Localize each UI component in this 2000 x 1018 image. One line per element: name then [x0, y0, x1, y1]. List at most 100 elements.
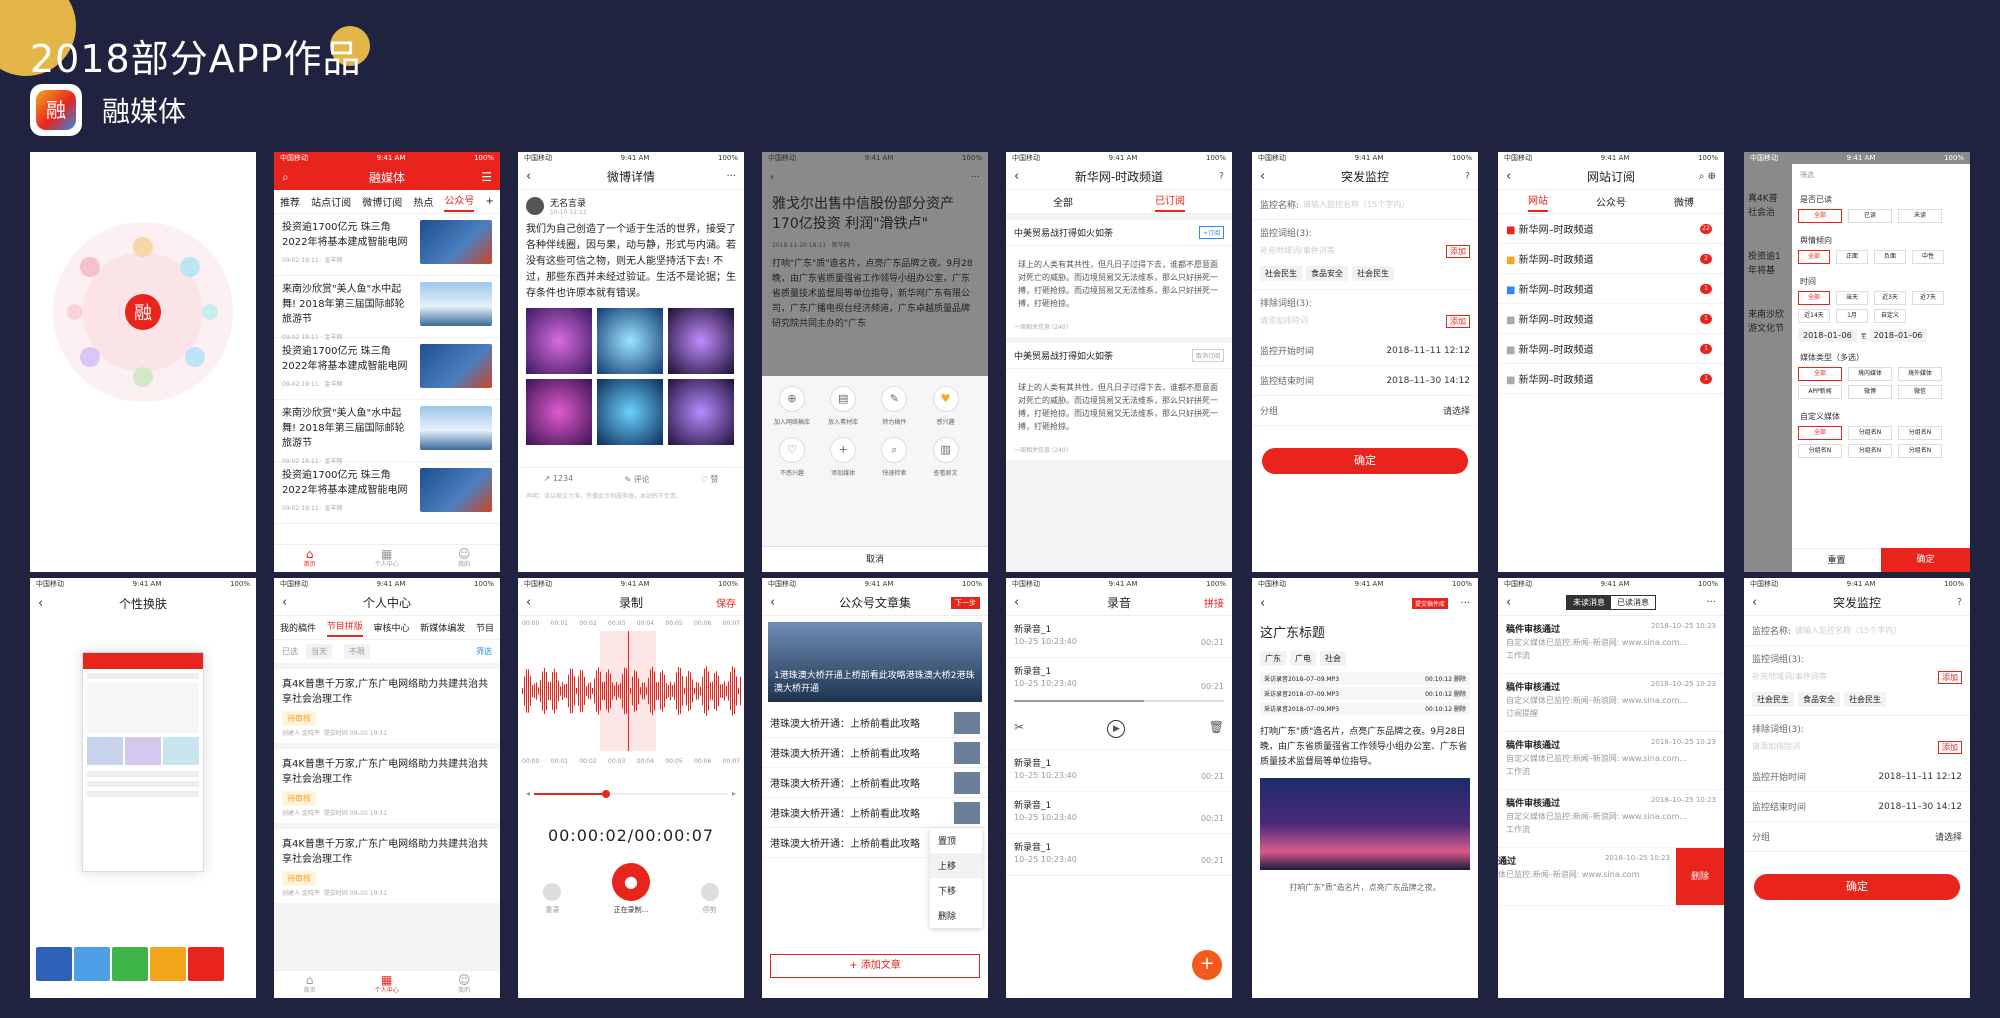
monitor-name-input[interactable]: 请输入监控名称（15个字内） — [1795, 625, 1962, 636]
filter-option[interactable]: 分组名N — [1848, 444, 1892, 458]
audio-attachment[interactable]: 采访录音2018–07–09.MP3 00:10:12 删除 — [1260, 687, 1470, 700]
tabbar-center[interactable]: ▦ 个人中心 — [375, 548, 399, 569]
cancel-button[interactable]: 取消 — [762, 546, 988, 572]
share-count[interactable]: ↗ 1234 — [544, 474, 574, 485]
comment-button[interactable]: ✎ 评论 — [624, 474, 649, 485]
filter-option[interactable]: 全部 — [1798, 291, 1830, 305]
menu-item[interactable]: 置顶 — [930, 828, 982, 853]
keyword-chip[interactable]: 社会民生 — [1844, 692, 1886, 707]
tab[interactable]: 微博 — [1674, 194, 1694, 209]
news-item[interactable]: 投资逾1700亿元 珠三角2022年将基本建成智能电网 09-02 19:11 ·… — [274, 462, 500, 524]
tabbar-me[interactable]: ☺ 我的 — [458, 974, 471, 995]
filter-option[interactable]: 近3天 — [1874, 291, 1906, 305]
skin-swatch-lightblue[interactable] — [74, 947, 110, 981]
playback-slider[interactable]: ◂ ▸ — [518, 769, 744, 798]
tab[interactable]: 推荐 — [280, 194, 300, 209]
help-icon[interactable]: ? — [1465, 171, 1470, 182]
tab-active[interactable]: 网站 — [1528, 192, 1548, 212]
play-icon[interactable]: ▶ — [1107, 720, 1126, 738]
exclude-input[interactable]: 请添加排除词 — [1752, 741, 1800, 754]
tabbar-me[interactable]: ☺ 我的 — [458, 548, 471, 569]
start-time-row[interactable]: 监控开始时间 2018–11–11 12:12 — [1744, 762, 1970, 792]
menu-item[interactable]: 删除 — [930, 903, 982, 928]
help-icon[interactable]: ? — [1219, 171, 1224, 182]
add-keyword-button[interactable]: 添加 — [1446, 245, 1470, 258]
tab[interactable]: 全部 — [1053, 194, 1073, 209]
start-time-row[interactable]: 监控开始时间 2018–11–11 12:12 — [1252, 336, 1478, 366]
program-item[interactable]: 真4K普惠千万家,广东广电网络助力共建共治共享社会治理工作 待审核 创建人 金晓平 … — [274, 669, 500, 743]
trash-icon[interactable]: 🗑 — [1209, 720, 1224, 738]
more-icon[interactable]: ··· — [726, 171, 736, 182]
action-item[interactable]: ⌕ 快速检索 — [870, 437, 918, 477]
back-icon[interactable]: ‹ — [1506, 169, 1511, 184]
delete-button[interactable]: 删除 — [1676, 848, 1724, 905]
tab[interactable]: 热点 — [413, 194, 433, 209]
tab[interactable]: 公众号 — [1596, 194, 1626, 209]
group-row[interactable]: 分组 请选择 — [1252, 396, 1478, 426]
back-icon[interactable]: ‹ — [1260, 169, 1265, 184]
keyword-chip[interactable]: 社会民生 — [1260, 266, 1302, 281]
back-icon[interactable]: ‹ — [770, 172, 774, 183]
filter-option[interactable]: 全部 — [1798, 250, 1830, 264]
add-exclude-button[interactable]: 添加 — [1938, 741, 1962, 754]
audio-attachment[interactable]: 采访录音2018–07–09.MP3 00:10:12 删除 — [1260, 672, 1470, 685]
filter-button[interactable]: 筛选 — [476, 646, 492, 657]
tab-unread[interactable]: 未读消息 — [1567, 596, 1611, 609]
article-row[interactable]: 港珠澳大桥开通：上桥前看此攻略 — [762, 768, 988, 798]
message-item[interactable]: 稿件审核通过 2018–10–25 10:23 自定义媒体已监控:新闻–新浪网: w… — [1498, 790, 1724, 848]
message-item[interactable]: 稿件审核通过 2018–10–25 10:23 自定义媒体已监控:新闻–新浪网: w… — [1498, 674, 1724, 732]
back-icon[interactable]: ‹ — [770, 595, 775, 610]
article-row[interactable]: 港珠澳大桥开通：上桥前看此攻略 — [762, 798, 988, 828]
more-icon[interactable]: ··· — [1460, 598, 1470, 609]
site-row[interactable]: ■ 新华网–时政频道 1 — [1498, 274, 1724, 304]
filter-option[interactable]: 近7天 — [1912, 291, 1944, 305]
filter-option[interactable]: 微博 — [1848, 385, 1892, 399]
action-item[interactable]: ▤ 放入素材库 — [819, 386, 867, 426]
action-item[interactable]: ✎ 转为稿件 — [870, 386, 918, 426]
filter-option[interactable]: 微信 — [1898, 385, 1942, 399]
filter-option[interactable]: 境外媒体 — [1898, 367, 1942, 381]
back-icon[interactable]: ‹ — [1260, 596, 1265, 611]
filter-option[interactable]: 未读 — [1898, 209, 1942, 223]
confirm-button[interactable]: 确定 — [1754, 874, 1960, 900]
reset-button[interactable]: 重置 — [1792, 548, 1881, 572]
more-icon[interactable]: ··· — [970, 172, 980, 183]
site-row[interactable]: ■ 新华网–时政频道 1 — [1498, 364, 1724, 394]
filter-option[interactable]: 分组名N — [1898, 426, 1942, 440]
filter-chip[interactable]: 不限 — [344, 644, 370, 659]
action-item[interactable]: + 添加媒体 — [819, 437, 867, 477]
action-item[interactable]: ♥ 感兴趣 — [922, 386, 970, 426]
message-item-swiped[interactable]: 通过 2018–10–25 10:23 体已监控:新闻–新浪网: www.sina.… — [1498, 848, 1724, 906]
cut-icon[interactable]: ✂ — [1014, 720, 1024, 738]
tab[interactable]: 审核中心 — [373, 621, 409, 634]
news-item[interactable]: 投资逾1700亿元 珠三角2022年将基本建成智能电网 09-02 19:11 ·… — [274, 214, 500, 276]
hero-card[interactable]: 1港珠澳大桥开通上桥前看此攻略港珠澳大桥2港珠澳大桥开通 — [768, 622, 982, 702]
site-row[interactable]: ■ 新华网–时政频道 2 — [1498, 244, 1724, 274]
keyword-input[interactable]: 补充地域词/事件词等 — [1260, 245, 1335, 258]
skin-swatch-orange[interactable] — [150, 947, 186, 981]
menu-item[interactable]: 上移 — [930, 853, 982, 878]
monitor-name-input[interactable]: 请输入监控名称（15个字内） — [1303, 199, 1470, 210]
back-icon[interactable]: ‹ — [1014, 595, 1019, 610]
message-item[interactable]: 稿件审核通过 2018–10–25 10:23 自定义媒体已监控:新闻–新浪网: w… — [1498, 616, 1724, 674]
playhead[interactable] — [628, 631, 629, 751]
add-article-button[interactable]: + 添加文章 — [770, 954, 980, 978]
rerecord-button[interactable]: 重录 — [543, 883, 562, 915]
end-time-row[interactable]: 监控结束时间 2018–11–30 14:12 — [1252, 366, 1478, 396]
recording-row[interactable]: 新录音_1 10–25 10:23:40 00:21 — [1006, 792, 1232, 834]
program-item[interactable]: 真4K普惠千万家,广东广电网络助力共建共治共享社会治理工作 待审核 创建人 金晓平 … — [274, 829, 500, 903]
recording-row[interactable]: 新录音_1 10–25 10:23:40 00:21 — [1006, 834, 1232, 876]
article-row[interactable]: 港珠澳大桥开通：上桥前看此攻略 — [762, 738, 988, 768]
keyword-chip[interactable]: 社会民生 — [1352, 266, 1394, 281]
search-icon[interactable]: ⌕ — [282, 170, 289, 185]
filter-option[interactable]: 分组名N — [1898, 444, 1942, 458]
record-button[interactable]: ● 正在录制... — [611, 863, 650, 915]
date-end[interactable]: 2018–01–06 — [1868, 329, 1928, 342]
back-icon[interactable]: ‹ — [38, 596, 43, 611]
filter-option[interactable]: 中性 — [1912, 250, 1944, 264]
filter-option[interactable]: 分组名N — [1848, 426, 1892, 440]
next-button[interactable]: 下一步 — [951, 596, 980, 609]
submit-button[interactable]: 提交稿件库 — [1411, 597, 1448, 609]
news-item[interactable]: 来南沙欣赏"美人鱼"水中起舞! 2018年第三届国际邮轮旅游节 09-02 19:… — [274, 276, 500, 341]
filter-option[interactable]: 已读 — [1848, 209, 1892, 223]
